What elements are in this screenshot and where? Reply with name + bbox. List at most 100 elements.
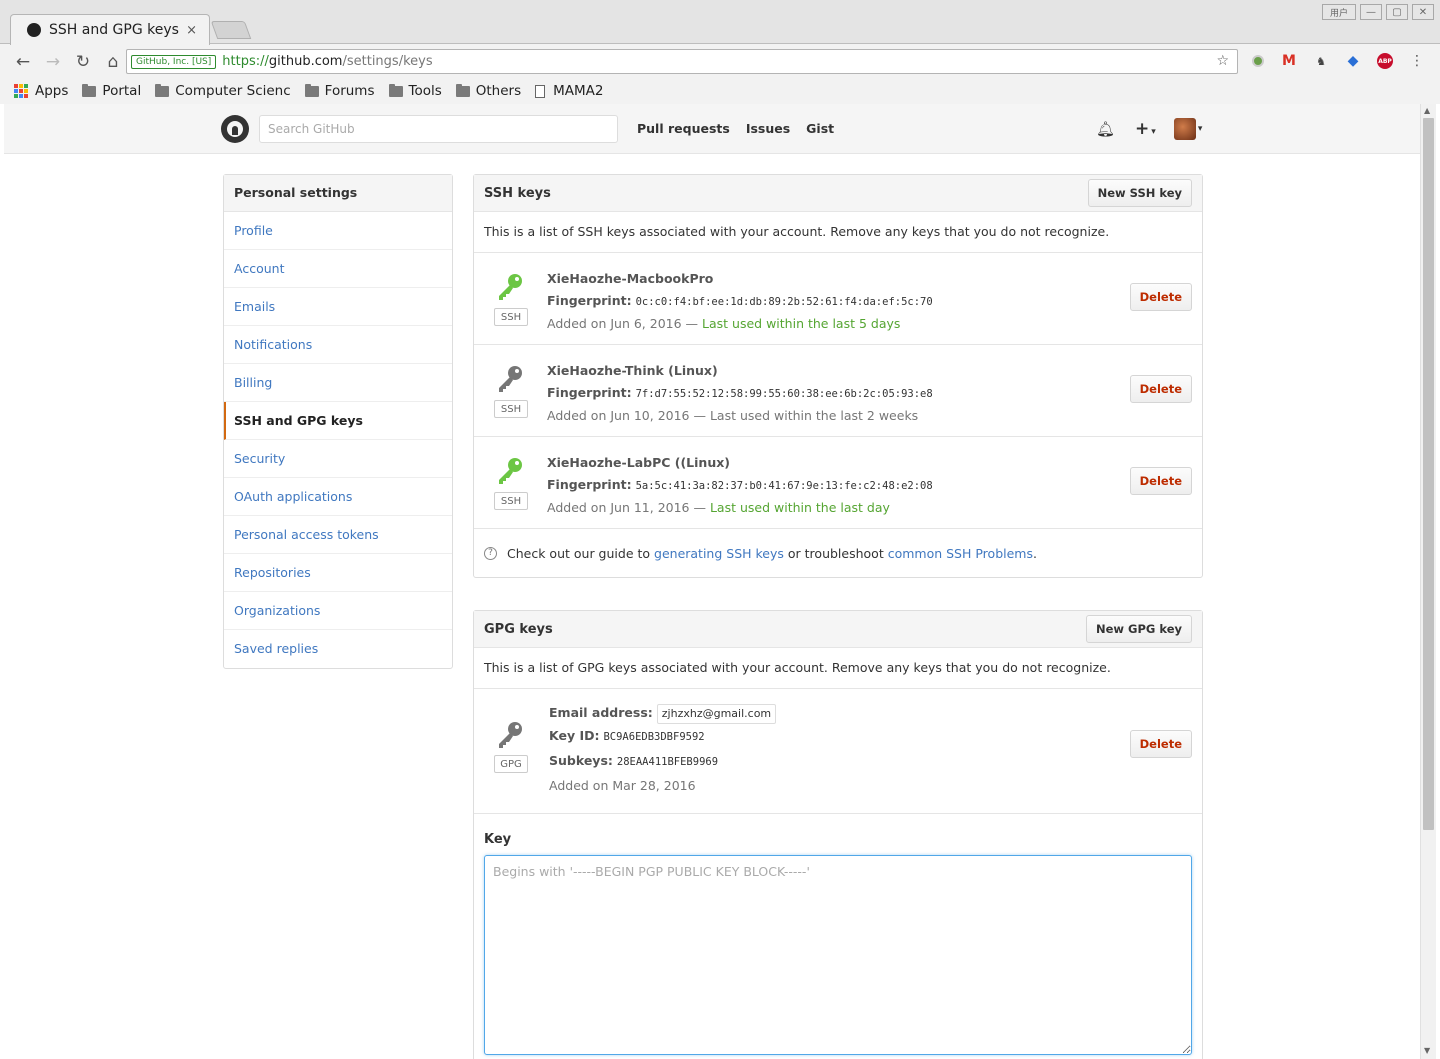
key-added: Added on Jun 10, 2016 — [547, 408, 706, 423]
minimize-icon[interactable]: — [1360, 4, 1382, 20]
help-prefix: Check out our guide to [507, 545, 651, 561]
bookmarks-bar: Apps Portal Computer Scienc Forums Tools… [0, 79, 1440, 103]
chevron-down-icon: ▾ [1197, 124, 1203, 134]
delete-key-button[interactable]: Delete [1129, 467, 1192, 495]
window-close-icon[interactable]: ✕ [1412, 4, 1434, 20]
gpg-key-textarea[interactable] [484, 855, 1192, 1055]
evernote-icon[interactable]: ♞ [1313, 53, 1329, 69]
nav-pull-requests[interactable]: Pull requests [637, 121, 730, 136]
delete-key-button[interactable]: Delete [1129, 283, 1192, 311]
email-label: Email address: [549, 705, 653, 720]
bell-icon[interactable]: 🔔︎ [1096, 120, 1115, 138]
adblock-icon[interactable]: ABP [1377, 53, 1393, 69]
new-ssh-key-button[interactable]: New SSH key [1087, 179, 1192, 207]
ssh-keys-title: SSH keys [484, 185, 551, 201]
fingerprint-line: Fingerprint: 5a:5c:41:3a:82:37:b0:41:67:… [547, 474, 933, 497]
fingerprint-value: 0c:c0:f4:bf:ee:1d:db:89:2b:52:61:f4:da:e… [635, 296, 933, 308]
bookmark-others[interactable]: Others [455, 83, 521, 99]
extension-blue-icon[interactable]: ◆ [1345, 53, 1361, 69]
sidebar-item-personal-access-tokens[interactable]: Personal access tokens [224, 516, 452, 554]
address-bar[interactable]: GitHub, Inc. [US] https://github.com/set… [126, 49, 1238, 74]
ssh-keys-header: SSH keys New SSH key [474, 175, 1202, 212]
bookmark-computer-science[interactable]: Computer Scienc [155, 83, 291, 99]
bookmark-apps[interactable]: Apps [14, 83, 68, 99]
nav-issues[interactable]: Issues [746, 121, 790, 136]
extension-green-icon[interactable] [1250, 53, 1266, 69]
sidebar-item-organizations[interactable]: Organizations [224, 592, 452, 630]
home-icon[interactable]: ⌂ [100, 49, 126, 75]
subkeys-label: Subkeys: [549, 753, 613, 768]
common-ssh-problems-link[interactable]: common SSH Problems [888, 546, 1033, 561]
folder-icon [155, 83, 170, 97]
sidebar-item-security[interactable]: Security [224, 440, 452, 478]
reload-icon[interactable]: ↻ [70, 49, 96, 75]
ssh-key-row: SSH XieHaozhe-MacbookPro Fingerprint: 0c… [474, 253, 1202, 345]
menu-kebab-icon[interactable]: ⋮ [1409, 53, 1425, 69]
new-tab-button[interactable] [210, 21, 252, 39]
ssh-badge: SSH [494, 308, 528, 326]
sidebar-item-emails[interactable]: Emails [224, 288, 452, 326]
tab-strip: SSH and GPG keys × 用户 — ▢ ✕ [0, 0, 1440, 45]
navigation-bar: ← → ↻ ⌂ GitHub, Inc. [US] https://github… [0, 45, 1440, 79]
subkeys-value: 28EAA411BFEB9969 [616, 756, 719, 768]
browser-tab[interactable]: SSH and GPG keys × [10, 14, 210, 45]
question-icon: ? [484, 546, 497, 560]
page-scrollbar[interactable]: ▲ ▼ [1420, 104, 1436, 1059]
sidebar-item-oauth-applications[interactable]: OAuth applications [224, 478, 452, 516]
gmail-icon[interactable]: M [1281, 53, 1297, 69]
sidebar-item-saved-replies[interactable]: Saved replies [224, 630, 452, 668]
sidebar-item-notifications[interactable]: Notifications [224, 326, 452, 364]
sidebar-item-billing[interactable]: Billing [224, 364, 452, 402]
scrollbar-thumb[interactable] [1423, 118, 1434, 830]
fingerprint-label: Fingerprint: [547, 293, 632, 308]
key-usage-line: Added on Jun 6, 2016 — Last used within … [547, 313, 933, 335]
gpg-keys-header: GPG keys New GPG key [474, 611, 1202, 648]
sidebar-item-ssh-gpg-keys[interactable]: SSH and GPG keys [224, 402, 452, 440]
github-logo-icon[interactable] [221, 115, 249, 143]
bookmark-forums[interactable]: Forums [304, 83, 375, 99]
scroll-down-icon[interactable]: ▼ [1424, 1046, 1430, 1055]
search-input[interactable] [259, 115, 618, 143]
maximize-icon[interactable]: ▢ [1386, 4, 1408, 20]
back-icon[interactable]: ← [10, 49, 36, 75]
ssh-key-row: SSH XieHaozhe-LabPC ((Linux) Fingerprint… [474, 437, 1202, 529]
nav-gist[interactable]: Gist [806, 121, 834, 136]
bookmark-mama2[interactable]: MAMA2 [535, 83, 604, 99]
page-icon [535, 84, 546, 98]
browser-chrome: SSH and GPG keys × 用户 — ▢ ✕ ← → ↻ ⌂ GitH… [0, 0, 1440, 104]
new-gpg-key-button[interactable]: New GPG key [1086, 615, 1192, 643]
keyid-label: Key ID: [549, 728, 600, 743]
bookmark-portal[interactable]: Portal [82, 83, 141, 99]
key-last-used: Last used within the last day [709, 500, 890, 515]
subkeys-line: Subkeys: 28EAA411BFEB9969 [549, 749, 776, 774]
scroll-up-icon[interactable]: ▲ [1424, 106, 1430, 115]
key-title: XieHaozhe-MacbookPro [547, 271, 714, 286]
tab-close-icon[interactable]: × [186, 23, 197, 38]
delete-gpg-key-button[interactable]: Delete [1129, 730, 1192, 758]
key-details: XieHaozhe-LabPC ((Linux) Fingerprint: 5a… [547, 452, 933, 519]
ssh-help-text: ? Check out our guide to generating SSH … [474, 529, 1202, 577]
ssh-badge: SSH [494, 492, 528, 510]
folder-icon [388, 83, 403, 97]
ev-certificate-badge[interactable]: GitHub, Inc. [US] [131, 54, 217, 69]
key-icon [499, 366, 522, 392]
bookmark-label: Forums [324, 83, 375, 99]
fingerprint-value: 7f:d7:55:52:12:58:99:55:60:38:ee:6b:2c:0… [635, 388, 933, 400]
delete-key-button[interactable]: Delete [1129, 375, 1192, 403]
profile-button[interactable]: 用户 [1322, 4, 1356, 20]
help-mid: or troubleshoot [787, 545, 884, 561]
gpg-key-row: GPG Email address: zjhzxhz@gmail.com Key… [474, 689, 1202, 814]
generating-ssh-keys-link[interactable]: generating SSH keys [654, 546, 784, 561]
key-details: XieHaozhe-Think (Linux) Fingerprint: 7f:… [547, 360, 933, 427]
forward-icon[interactable]: → [40, 49, 66, 75]
bookmark-label: MAMA2 [553, 83, 604, 99]
gpg-badge: GPG [494, 755, 528, 773]
sidebar-item-profile[interactable]: Profile [224, 212, 452, 250]
create-new-icon[interactable]: + ▾ [1135, 119, 1156, 139]
sidebar-item-repositories[interactable]: Repositories [224, 554, 452, 592]
bookmark-tools[interactable]: Tools [388, 83, 442, 99]
user-menu[interactable]: ▾ [1173, 118, 1203, 140]
sidebar-item-account[interactable]: Account [224, 250, 452, 288]
bookmark-star-icon[interactable]: ☆ [1216, 53, 1229, 69]
url-path: /settings/keys [342, 54, 433, 69]
